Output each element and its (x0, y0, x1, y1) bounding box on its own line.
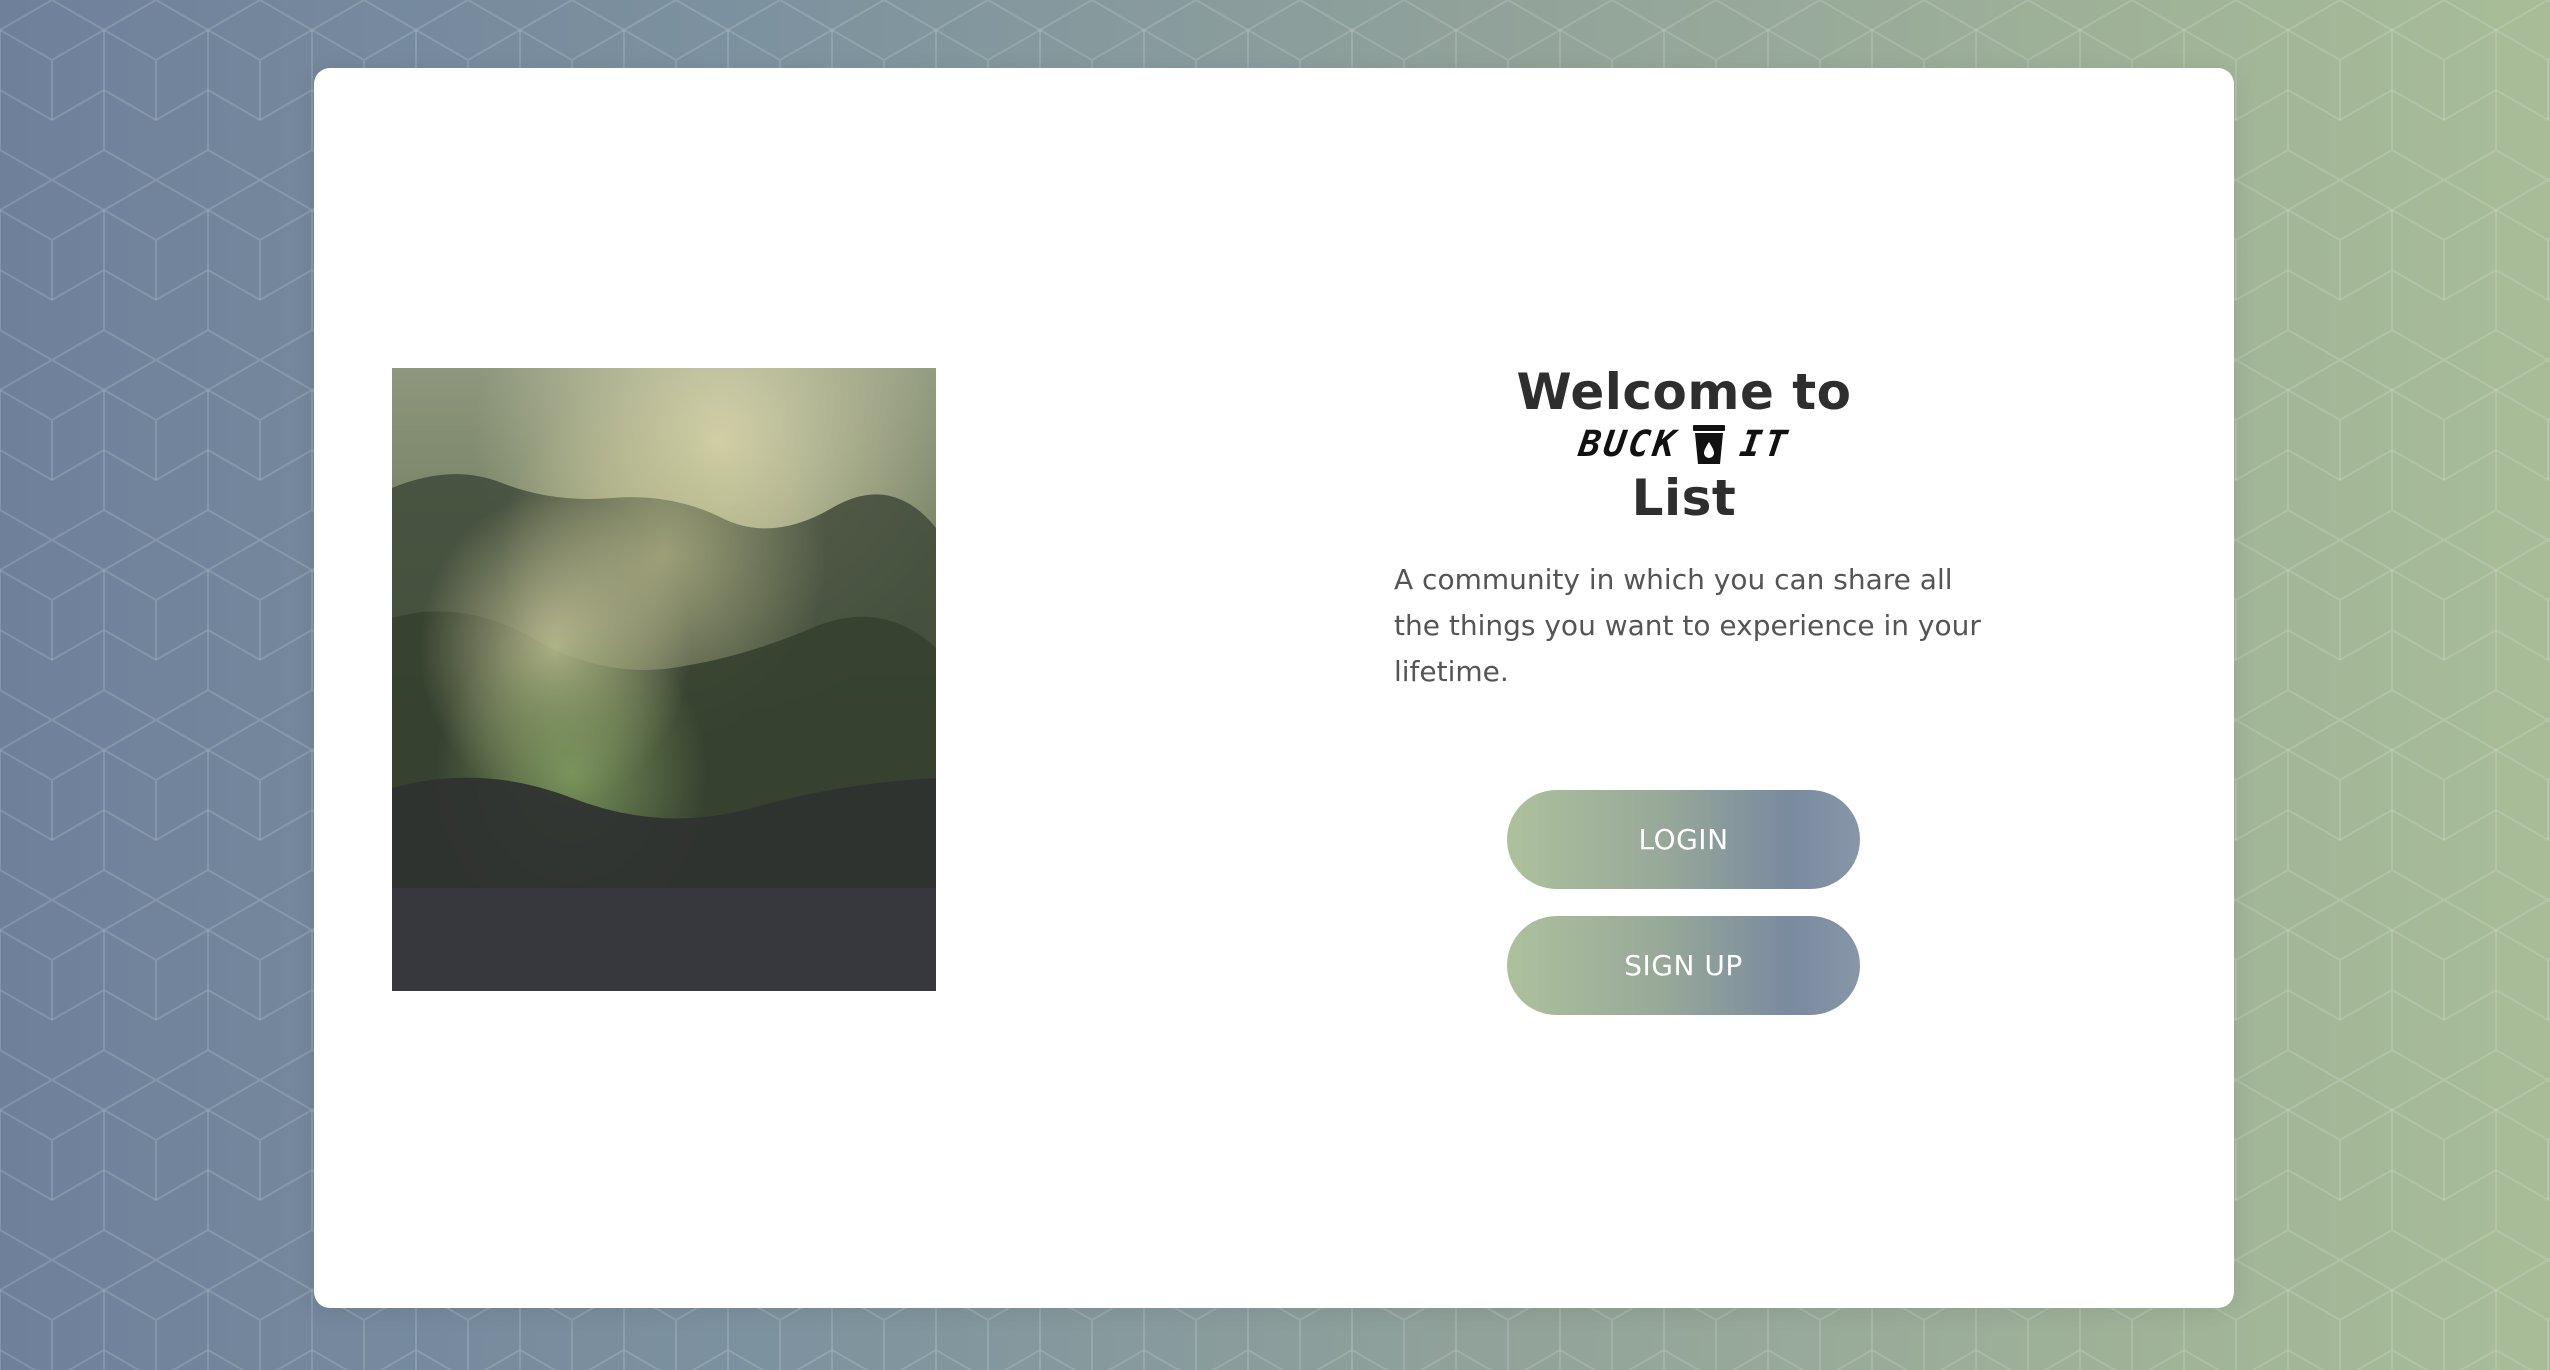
brand-word-right: IT (1736, 424, 1792, 465)
title-line-welcome: Welcome to (1516, 363, 1852, 421)
title-line-list: List (1631, 469, 1737, 527)
brand-word-left: BUCK (1576, 424, 1681, 465)
community-description: A community in which you can share all t… (1394, 563, 1981, 688)
page-title: Welcome to BUCK IT List (1394, 363, 1974, 527)
bucket-icon (1692, 425, 1725, 464)
welcome-section: Welcome to BUCK IT List A community in w… (1394, 363, 1994, 1015)
signup-button[interactable]: SIGN UP (1507, 916, 1860, 1015)
login-button[interactable]: LOGIN (1507, 790, 1860, 889)
hero-forest-image (392, 368, 936, 991)
welcome-card: Welcome to BUCK IT List A community in w… (314, 68, 2234, 1308)
brand-logo: BUCK IT (1394, 421, 1974, 469)
